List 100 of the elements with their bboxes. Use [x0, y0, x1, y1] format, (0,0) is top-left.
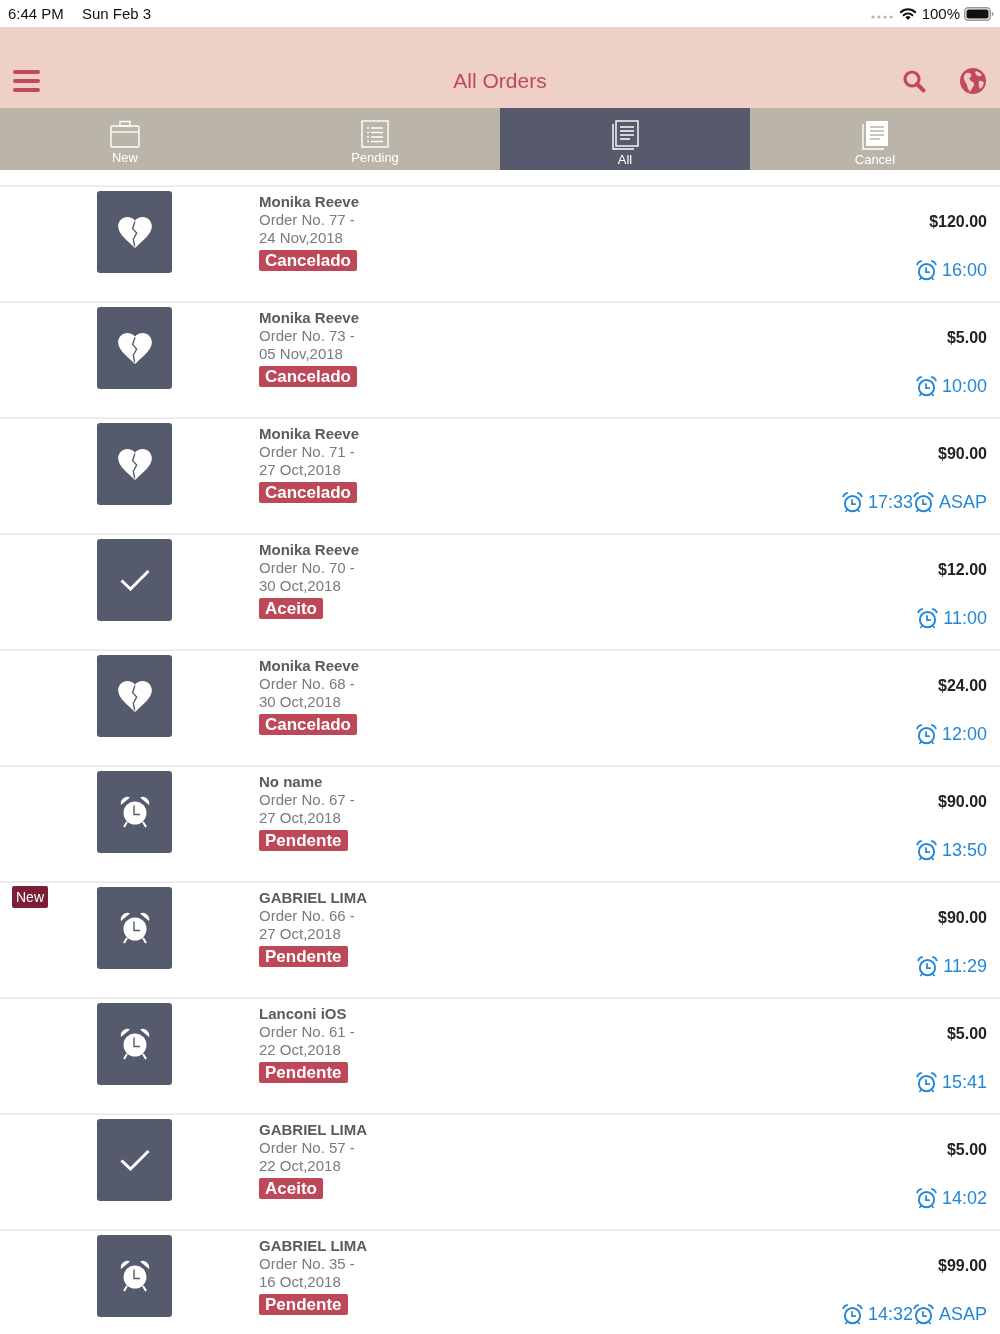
customer-name: Monika Reeve	[259, 541, 360, 559]
delivery-time: 11:00	[943, 607, 987, 629]
order-price: $24.00	[938, 677, 987, 695]
new-tag: New	[12, 886, 48, 908]
search-button[interactable]	[902, 68, 926, 93]
order-price: $12.00	[938, 561, 987, 579]
order-date: 27 Oct,2018	[259, 925, 341, 943]
alarm-clock-icon	[917, 955, 939, 977]
status-time: 6:44 PM	[8, 5, 64, 22]
order-number: Order No. 35 -	[259, 1255, 355, 1273]
delivery-time: ASAP	[938, 491, 987, 513]
order-price: $5.00	[946, 1141, 987, 1159]
list-icon	[361, 120, 389, 148]
search-icon	[902, 68, 926, 93]
customer-name: Monika Reeve	[259, 425, 360, 443]
delivery-time: ASAP	[938, 1303, 987, 1325]
tab[interactable]: All	[500, 108, 750, 170]
order-date: 30 Oct,2018	[259, 577, 341, 595]
delivery-time: 10:00	[941, 375, 987, 397]
order-date: 27 Oct,2018	[259, 809, 341, 827]
alarm-clock-icon	[915, 1187, 937, 1209]
status-badge: Cancelado	[259, 250, 357, 271]
order-number: Order No. 68 -	[259, 675, 355, 693]
wifi-icon	[898, 7, 917, 20]
status-date: Sun Feb 3	[81, 5, 152, 22]
customer-name: Lanconi iOS	[259, 1005, 347, 1023]
customer-name: Monika Reeve	[259, 193, 360, 211]
globe-button[interactable]	[960, 67, 986, 94]
alarm-clock-icon	[915, 839, 937, 861]
alarm-clock-icon	[119, 912, 150, 944]
battery-percent: 100%	[921, 5, 960, 22]
broken-heart-icon	[117, 216, 152, 248]
order-date: 27 Oct,2018	[259, 461, 341, 479]
alarm-clock-icon	[119, 796, 150, 828]
screen-title: All Orders	[453, 68, 547, 93]
alarm-clock-icon	[915, 723, 937, 745]
delivery-time: 16:00	[941, 259, 987, 281]
status-badge: Aceito	[259, 1178, 323, 1199]
order-number: Order No. 70 -	[259, 559, 355, 577]
order-number: Order No. 57 -	[259, 1139, 355, 1157]
status-badge: Cancelado	[259, 714, 357, 735]
customer-name: No name	[259, 773, 323, 791]
briefcase-icon	[110, 120, 140, 148]
order-price: $90.00	[938, 909, 987, 927]
order-date: 22 Oct,2018	[259, 1041, 341, 1059]
status-badge: Cancelado	[259, 366, 357, 387]
order-date: 16 Oct,2018	[259, 1273, 341, 1291]
document-icon	[860, 120, 890, 150]
menu-icon	[13, 69, 40, 92]
alarm-clock-icon	[841, 491, 863, 513]
order-price: $5.00	[946, 329, 987, 347]
alarm-clock-icon	[915, 259, 937, 281]
delivery-time: 17:33	[867, 491, 913, 513]
customer-name: GABRIEL LIMA	[259, 1237, 368, 1255]
order-price: $90.00	[938, 445, 987, 463]
status-badge: Pendente	[259, 946, 348, 967]
broken-heart-icon	[117, 448, 152, 480]
order-number: Order No. 73 -	[259, 327, 355, 345]
alarm-clock-icon	[119, 1260, 150, 1292]
status-badge: Pendente	[259, 1062, 348, 1083]
customer-name: GABRIEL LIMA	[259, 889, 368, 907]
alarm-clock-icon	[912, 491, 934, 513]
order-price: $99.00	[938, 1257, 987, 1275]
order-date: 24 Nov,2018	[259, 229, 343, 247]
alarm-clock-icon	[912, 1303, 934, 1325]
order-number: Order No. 67 -	[259, 791, 355, 809]
delivery-time: 12:00	[941, 723, 987, 745]
delivery-time: 14:02	[941, 1187, 987, 1209]
delivery-time: 13:50	[941, 839, 987, 861]
alarm-clock-icon	[915, 1071, 937, 1093]
order-date: 22 Oct,2018	[259, 1157, 341, 1175]
broken-heart-icon	[117, 680, 152, 712]
order-number: Order No. 66 -	[259, 907, 355, 925]
order-number: Order No. 71 -	[259, 443, 355, 461]
globe-icon	[960, 67, 986, 94]
order-date: 05 Nov,2018	[259, 345, 343, 363]
documents-icon	[610, 120, 640, 150]
alarm-clock-icon	[841, 1303, 863, 1325]
status-badge: Pendente	[259, 830, 348, 851]
order-date: 30 Oct,2018	[259, 693, 341, 711]
signal-icon	[870, 14, 893, 19]
order-price: $120.00	[929, 213, 987, 231]
order-number: Order No. 77 -	[259, 211, 355, 229]
delivery-time: 11:29	[943, 955, 987, 977]
delivery-time: 15:41	[941, 1071, 987, 1093]
menu-button[interactable]	[13, 69, 40, 92]
delivery-time: 14:32	[867, 1303, 913, 1325]
status-badge: Aceito	[259, 598, 323, 619]
broken-heart-icon	[117, 332, 152, 364]
customer-name: Monika Reeve	[259, 657, 360, 675]
order-number: Order No. 61 -	[259, 1023, 355, 1041]
battery-icon	[964, 6, 994, 21]
order-price: $5.00	[946, 1025, 987, 1043]
alarm-clock-icon	[915, 375, 937, 397]
alarm-clock-icon	[917, 607, 939, 629]
alarm-clock-icon	[119, 1028, 150, 1060]
check-icon	[119, 569, 150, 591]
customer-name: GABRIEL LIMA	[259, 1121, 368, 1139]
status-badge: Cancelado	[259, 482, 357, 503]
customer-name: Monika Reeve	[259, 309, 360, 327]
